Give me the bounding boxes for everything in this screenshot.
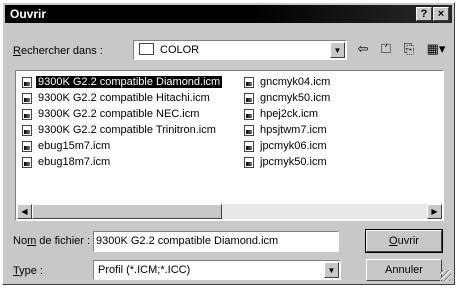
open-button[interactable]: Ouvrir bbox=[365, 229, 443, 253]
file-name: gncmyk04.icm bbox=[260, 76, 331, 88]
up-folder-icon[interactable]: ⏍ bbox=[376, 41, 396, 57]
new-folder-icon[interactable]: ⎘ bbox=[399, 41, 419, 57]
file-name: hpsjtwm7.icm bbox=[260, 124, 327, 136]
file-name: ebug15m7.icm bbox=[38, 140, 111, 152]
color-profile-file-icon bbox=[22, 92, 32, 104]
scroll-left-icon[interactable]: ◀ bbox=[17, 204, 32, 219]
chevron-down-icon[interactable]: ▼ bbox=[330, 42, 345, 58]
file-list-item[interactable]: 9300K G2.2 compatible Diamond.icm bbox=[22, 74, 224, 90]
color-profile-file-icon bbox=[22, 124, 32, 136]
file-list-item[interactable]: gncmyk04.icm bbox=[244, 74, 332, 90]
open-dialog: Ouvrir ? × Rechercher dans : COLOR ▼ ⇦ ⏍… bbox=[2, 2, 455, 285]
file-list-item[interactable]: 9300K G2.2 compatible Trinitron.icm bbox=[22, 122, 222, 138]
color-profile-file-icon bbox=[22, 108, 32, 120]
filename-label: Nom de fichier : bbox=[13, 235, 91, 247]
file-list-item[interactable]: ebug18m7.icm bbox=[22, 154, 222, 170]
file-list[interactable]: 9300K G2.2 compatible Diamond.icm 9300K G… bbox=[15, 70, 444, 221]
file-column-left: 9300K G2.2 compatible Diamond.icm 9300K G… bbox=[22, 74, 224, 170]
file-name: hpej2ck.icm bbox=[260, 108, 319, 120]
file-list-item[interactable]: jpcmyk06.icm bbox=[244, 138, 332, 154]
chevron-down-icon[interactable]: ▼ bbox=[324, 262, 339, 278]
file-name: jpcmyk50.icm bbox=[260, 156, 327, 168]
back-arrow-icon[interactable]: ⇦ bbox=[353, 41, 373, 57]
lookin-label: Rechercher dans : bbox=[13, 45, 103, 57]
file-list-item[interactable]: hpej2ck.icm bbox=[244, 106, 332, 122]
file-name: jpcmyk06.icm bbox=[260, 140, 327, 152]
color-profile-file-icon bbox=[22, 140, 32, 152]
close-button[interactable]: × bbox=[433, 7, 449, 21]
filetype-select[interactable]: Profil (*.ICM;*.ICC) ▼ bbox=[93, 260, 341, 280]
color-profile-file-icon bbox=[22, 76, 32, 88]
window-title: Ouvrir bbox=[10, 7, 47, 21]
folder-icon bbox=[139, 43, 154, 55]
file-list-item[interactable]: 9300K G2.2 compatible Hitachi.icm bbox=[22, 90, 222, 106]
scroll-right-icon[interactable]: ▶ bbox=[427, 204, 442, 219]
file-name: ebug18m7.icm bbox=[38, 156, 111, 168]
horizontal-scrollbar[interactable]: ◀ ▶ bbox=[17, 204, 442, 219]
file-name: 9300K G2.2 compatible Diamond.icm bbox=[34, 75, 224, 89]
color-profile-file-icon bbox=[244, 140, 254, 152]
file-list-item[interactable]: gncmyk50.icm bbox=[244, 90, 332, 106]
color-profile-file-icon bbox=[244, 76, 254, 88]
title-bar[interactable]: Ouvrir ? × bbox=[5, 5, 452, 23]
file-name: 9300K G2.2 compatible Trinitron.icm bbox=[38, 124, 216, 136]
cancel-button[interactable]: Annuler bbox=[366, 259, 442, 281]
file-name: gncmyk50.icm bbox=[260, 92, 331, 104]
file-list-item[interactable]: ebug15m7.icm bbox=[22, 138, 222, 154]
color-profile-file-icon bbox=[244, 124, 254, 136]
color-profile-file-icon bbox=[244, 92, 254, 104]
file-name: 9300K G2.2 compatible Hitachi.icm bbox=[38, 92, 210, 104]
color-profile-file-icon bbox=[22, 156, 32, 168]
resize-grip-icon[interactable] bbox=[440, 270, 451, 281]
view-menu-icon[interactable]: ▦▾ bbox=[423, 41, 449, 57]
filename-input[interactable]: 9300K G2.2 compatible Diamond.icm bbox=[93, 231, 339, 252]
lookin-folder-name: COLOR bbox=[160, 44, 200, 56]
color-profile-file-icon bbox=[244, 108, 254, 120]
file-list-item[interactable]: 9300K G2.2 compatible NEC.icm bbox=[22, 106, 222, 122]
filetype-value: Profil (*.ICM;*.ICC) bbox=[98, 264, 191, 276]
file-name: 9300K G2.2 compatible NEC.icm bbox=[38, 108, 200, 120]
scroll-thumb[interactable] bbox=[32, 204, 222, 219]
file-list-item[interactable]: hpsjtwm7.icm bbox=[244, 122, 332, 138]
help-button[interactable]: ? bbox=[416, 7, 432, 21]
filetype-label: Type : bbox=[13, 265, 43, 277]
file-list-item[interactable]: jpcmyk50.icm bbox=[244, 154, 332, 170]
color-profile-file-icon bbox=[244, 156, 254, 168]
file-column-right: gncmyk04.icm gncmyk50.icm hpej2ck.icm hpsjt… bbox=[244, 74, 332, 170]
lookin-combo[interactable]: COLOR ▼ bbox=[133, 40, 347, 60]
